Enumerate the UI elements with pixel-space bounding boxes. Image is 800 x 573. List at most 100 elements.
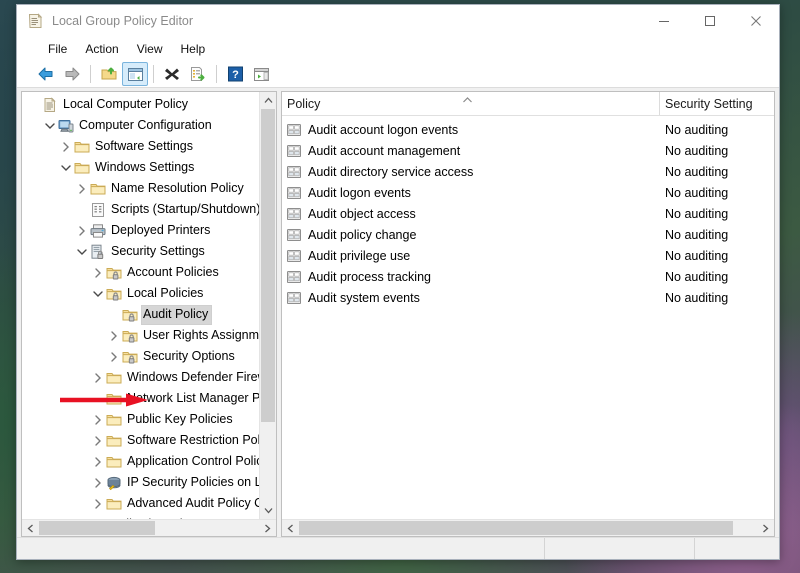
toolbar-separator — [216, 65, 217, 83]
policy-row[interactable]: Audit logon eventsNo auditing — [282, 182, 774, 203]
up-one-level-icon[interactable] — [96, 62, 122, 86]
tree-scroll-down-icon[interactable] — [260, 502, 276, 519]
status-cell-3 — [694, 538, 779, 559]
menu-help[interactable]: Help — [172, 40, 215, 58]
tree-item-computer-configuration[interactable]: Computer Configuration — [22, 115, 259, 136]
tree-item-security-settings[interactable]: Security Settings — [22, 241, 259, 262]
menu-action[interactable]: Action — [76, 40, 127, 58]
list-scroll-left-icon[interactable] — [282, 520, 299, 537]
tree-item-windows-defender-firewall-with-advanced-security[interactable]: Windows Defender Firewall with Advanced … — [22, 367, 259, 388]
policy-row[interactable]: Audit account logon eventsNo auditing — [282, 119, 774, 140]
policy-security-setting: No auditing — [665, 291, 774, 305]
maximize-icon[interactable] — [687, 5, 733, 37]
scripts-icon — [90, 202, 106, 218]
tree-item-user-rights-assignment[interactable]: User Rights Assignment — [22, 325, 259, 346]
back-icon[interactable] — [33, 62, 59, 86]
tree-vscroll-thumb[interactable] — [261, 109, 275, 422]
policy-row[interactable]: Audit directory service accessNo auditin… — [282, 161, 774, 182]
column-header-security-setting[interactable]: Security Setting — [659, 92, 774, 115]
tree-scroll-up-icon[interactable] — [260, 92, 276, 109]
folder-icon — [106, 454, 122, 470]
policy-setting-icon — [286, 164, 302, 180]
tree-item-policy-based-qos[interactable]: Policy-based QoS — [22, 514, 259, 519]
chevron-right-icon[interactable] — [90, 451, 106, 472]
tree-item-name-resolution-policy[interactable]: Name Resolution Policy — [22, 178, 259, 199]
chevron-down-icon[interactable] — [42, 115, 58, 136]
title-bar[interactable]: Local Group Policy Editor — [17, 5, 779, 37]
toolbar-separator — [90, 65, 91, 83]
help-icon[interactable]: ? — [222, 62, 248, 86]
export-list-icon[interactable] — [185, 62, 211, 86]
window-controls — [641, 5, 779, 37]
tree-item-label: IP Security Policies on Local Computer — [126, 474, 259, 492]
folder-icon — [106, 412, 122, 428]
tree-item-software-restriction-policies[interactable]: Software Restriction Policies — [22, 430, 259, 451]
tree-item-security-options[interactable]: Security Options — [22, 346, 259, 367]
tree-item-network-list-manager-policies[interactable]: Network List Manager Policies — [22, 388, 259, 409]
tree-item-local-policies[interactable]: Local Policies — [22, 283, 259, 304]
chevron-right-icon[interactable] — [58, 136, 74, 157]
tree-scroll-right-icon[interactable] — [259, 520, 276, 537]
list-scroll-right-icon[interactable] — [757, 520, 774, 537]
chevron-down-icon[interactable] — [90, 283, 106, 304]
tree-horizontal-scrollbar[interactable] — [22, 519, 276, 536]
tree-item-account-policies[interactable]: Account Policies — [22, 262, 259, 283]
menu-view[interactable]: View — [128, 40, 172, 58]
chevron-right-icon[interactable] — [90, 409, 106, 430]
navigation-tree-pane: Local Computer PolicyComputer Configurat… — [21, 91, 277, 537]
chevron-right-icon[interactable] — [90, 472, 106, 493]
forward-icon[interactable] — [59, 62, 85, 86]
chevron-right-icon[interactable] — [74, 220, 90, 241]
list-hscroll-thumb[interactable] — [299, 521, 733, 535]
tree-item-label: Network List Manager Policies — [126, 390, 259, 408]
chevron-right-icon[interactable] — [106, 325, 122, 346]
chevron-down-icon[interactable] — [58, 157, 74, 178]
tree-hscroll-track[interactable] — [39, 520, 259, 536]
tree-item-local-computer-policy[interactable]: Local Computer Policy — [22, 94, 259, 115]
tree-item-software-settings[interactable]: Software Settings — [22, 136, 259, 157]
chevron-right-icon[interactable] — [74, 178, 90, 199]
chevron-right-icon[interactable] — [90, 262, 106, 283]
policy-row[interactable]: Audit object accessNo auditing — [282, 203, 774, 224]
tree-item-application-control-policies[interactable]: Application Control Policies — [22, 451, 259, 472]
tree-item-label: Local Computer Policy — [62, 96, 191, 114]
policy-row[interactable]: Audit privilege useNo auditing — [282, 245, 774, 266]
policy-row[interactable]: Audit process trackingNo auditing — [282, 266, 774, 287]
tree-item-scripts-startup-shutdown[interactable]: Scripts (Startup/Shutdown) — [22, 199, 259, 220]
tree-scroll-left-icon[interactable] — [22, 520, 39, 537]
tree-vscroll-track[interactable] — [260, 109, 276, 502]
chevron-right-icon[interactable] — [74, 514, 90, 519]
show-action-pane-icon[interactable] — [248, 62, 274, 86]
tree-item-deployed-printers[interactable]: Deployed Printers — [22, 220, 259, 241]
policy-row[interactable]: Audit policy changeNo auditing — [282, 224, 774, 245]
chevron-right-icon[interactable] — [90, 430, 106, 451]
list-horizontal-scrollbar[interactable] — [282, 519, 774, 536]
policy-row[interactable]: Audit system eventsNo auditing — [282, 287, 774, 308]
menu-file[interactable]: File — [39, 40, 76, 58]
folder-icon — [74, 160, 90, 176]
chevron-right-icon[interactable] — [90, 493, 106, 514]
tree-item-audit-policy[interactable]: Audit Policy — [22, 304, 259, 325]
tree-item-windows-settings[interactable]: Windows Settings — [22, 157, 259, 178]
show-hide-tree-icon[interactable] — [122, 62, 148, 86]
window-title: Local Group Policy Editor — [52, 14, 193, 28]
tree-item-ip-security-policies-on-local-computer[interactable]: IP Security Policies on Local Computer — [22, 472, 259, 493]
list-hscroll-track[interactable] — [299, 520, 757, 536]
policy-name: Audit account logon events — [308, 123, 665, 137]
tree-item-advanced-audit-policy-configuration[interactable]: Advanced Audit Policy Configuration — [22, 493, 259, 514]
chevron-right-icon[interactable] — [90, 367, 106, 388]
policy-row[interactable]: Audit account managementNo auditing — [282, 140, 774, 161]
delete-icon[interactable] — [159, 62, 185, 86]
minimize-icon[interactable] — [641, 5, 687, 37]
tree-vertical-scrollbar[interactable] — [259, 92, 276, 519]
ip-security-icon — [106, 475, 122, 491]
column-header-policy[interactable]: Policy — [282, 92, 659, 115]
chevron-right-icon[interactable] — [106, 346, 122, 367]
policy-name: Audit logon events — [308, 186, 665, 200]
policy-tree: Local Computer PolicyComputer Configurat… — [22, 92, 259, 519]
tree-hscroll-thumb[interactable] — [39, 521, 155, 535]
close-icon[interactable] — [733, 5, 779, 37]
tree-item-public-key-policies[interactable]: Public Key Policies — [22, 409, 259, 430]
chevron-down-icon[interactable] — [74, 241, 90, 262]
list-pane-body: Audit account logon eventsNo auditingAud… — [282, 116, 774, 519]
